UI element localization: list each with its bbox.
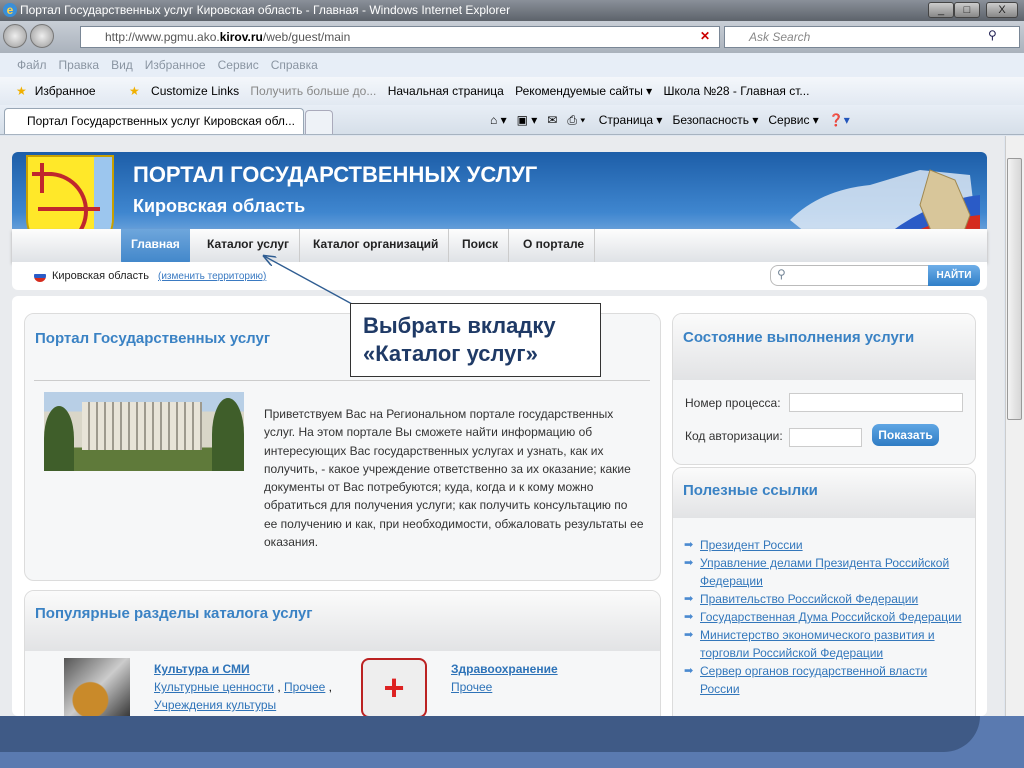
tab-portal[interactable]: Портал Государственных услуг Кировская о… — [4, 108, 304, 134]
useful-links-list: ➡ Президент России ➡ Управление делами Пре… — [684, 536, 969, 698]
menu-edit[interactable]: Правка — [59, 58, 100, 72]
star-icon: ★ — [16, 84, 27, 98]
menu-bar: Файл Правка Вид Избранное Сервис Справка — [0, 53, 1024, 77]
list-item: ➡ Президент России — [684, 536, 969, 554]
menu-help[interactable]: Справка — [271, 58, 318, 72]
arrow-right-icon: ➡ — [684, 557, 694, 569]
category-health: Здравоохранение Прочее — [451, 660, 558, 696]
category-culture: Культура и СМИ Культурные ценности , Про… — [154, 660, 333, 714]
fav-get-more[interactable]: Получить больше до... — [250, 84, 376, 98]
print-icon[interactable]: ⎙ ▾ — [567, 113, 585, 127]
address-bar[interactable]: http://www.pgmu.ako.kirov.ru/web/guest/m… — [80, 26, 720, 48]
russia-flag-icon — [34, 270, 46, 282]
maximize-button[interactable]: □ — [954, 2, 980, 18]
arrow-right-icon: ➡ — [684, 611, 694, 623]
arrow-right-icon: ➡ — [684, 629, 694, 641]
link[interactable]: Министерство экономического развития и т… — [700, 628, 935, 660]
nav-about[interactable]: О портале — [513, 229, 596, 262]
home-icon[interactable]: ⌂ ▾ — [490, 113, 507, 127]
category-title-link[interactable]: Культура и СМИ — [154, 660, 332, 678]
popular-heading: Популярные разделы каталога услуг — [25, 591, 660, 651]
fav-school[interactable]: Школа №28 - Главная ст... — [664, 84, 810, 98]
slide-footer-decoration — [0, 716, 1024, 768]
url-prefix: http://www.pgmu.ako. — [105, 30, 220, 44]
search-button[interactable]: НАЙТИ — [928, 265, 980, 286]
subcategory-link[interactable]: Прочее — [284, 680, 325, 694]
menu-tools[interactable]: Сервис — [218, 58, 259, 72]
window-title-bar: e Портал Государственных услуг Кировская… — [0, 0, 1024, 21]
feeds-icon[interactable]: ▣ ▾ — [517, 113, 538, 127]
stop-icon[interactable]: ✕ — [700, 29, 710, 43]
arrow-right-icon: ➡ — [684, 665, 694, 677]
list-item: ➡ Сервер органов государственной власти Р… — [684, 662, 969, 698]
arrow-right-icon: ➡ — [684, 539, 694, 551]
intro-text: Приветствуем Вас на Региональном портале… — [264, 407, 644, 550]
first-aid-kit-icon: + — [361, 658, 427, 718]
window-title: Портал Государственных услуг Кировская о… — [20, 3, 511, 17]
search-icon: ⚲ — [777, 267, 786, 281]
links-heading: Полезные ссылки — [673, 468, 975, 518]
link[interactable]: Государственная Дума Российской Федераци… — [700, 610, 962, 624]
help-icon[interactable]: ❓▾ — [829, 113, 850, 127]
search-icon[interactable]: ⚲ — [988, 28, 997, 42]
command-bar: ⌂ ▾ ▣ ▾ ✉ ⎙ ▾ Страница ▾ Безопасность ▾ Серви… — [490, 105, 860, 135]
page-menu[interactable]: Страница ▾ — [599, 113, 663, 127]
link[interactable]: Президент России — [700, 538, 803, 552]
fav-customize-links[interactable]: Customize Links — [151, 84, 239, 98]
portal-title: ПОРТАЛ ГОСУДАРСТВЕННЫХ УСЛУГ — [133, 162, 538, 187]
forward-button[interactable] — [30, 24, 54, 48]
list-item: ➡ Управление делами Президента Российской… — [684, 554, 969, 590]
menu-file[interactable]: Файл — [17, 58, 47, 72]
scrollbar-thumb[interactable] — [1007, 158, 1022, 420]
nav-search[interactable]: Поиск — [452, 229, 510, 262]
back-button[interactable] — [3, 24, 27, 48]
auth-code-label: Код авторизации: — [685, 429, 783, 443]
culture-palette-icon — [64, 658, 130, 718]
link[interactable]: Правительство Российской Федерации — [700, 592, 918, 606]
favorites-bar: ★ Избранное ★ Customize Links Получить бо… — [0, 77, 1024, 105]
process-number-input[interactable] — [789, 393, 963, 412]
nav-service-catalog[interactable]: Каталог услуг — [197, 229, 301, 262]
menu-view[interactable]: Вид — [111, 58, 133, 72]
close-button[interactable]: X — [986, 2, 1018, 18]
subcategory-link[interactable]: Прочее — [451, 678, 558, 696]
portal-subtitle: Кировская область — [133, 196, 306, 216]
auth-code-input[interactable] — [789, 428, 862, 447]
instruction-callout: Выбрать вкладку «Каталог услуг» — [350, 303, 601, 377]
search-input[interactable]: Ask Search — [724, 26, 1020, 48]
ie-logo-icon: e — [3, 3, 17, 17]
subcategory-link[interactable]: Культурные ценности — [154, 680, 274, 694]
tools-menu[interactable]: Сервис ▾ — [768, 113, 818, 127]
list-item: ➡ Министерство экономического развития и … — [684, 626, 969, 662]
site-search-input[interactable]: ⚲ — [770, 265, 930, 286]
government-building-photo — [44, 392, 244, 471]
link[interactable]: Сервер органов государственной власти Ро… — [700, 664, 927, 696]
divider — [34, 380, 650, 381]
minimize-button[interactable]: _ — [928, 2, 954, 18]
mail-icon[interactable]: ✉ — [547, 113, 557, 127]
arrow-right-icon: ➡ — [684, 593, 694, 605]
show-button[interactable]: Показать — [872, 424, 939, 446]
favorites-button[interactable]: Избранное — [35, 84, 96, 98]
change-region-link[interactable]: (изменить территорию) — [158, 271, 266, 282]
nav-org-catalog[interactable]: Каталог организаций — [303, 229, 450, 262]
current-region: Кировская область — [52, 270, 149, 282]
nav-home[interactable]: Главная — [121, 229, 190, 265]
safety-menu[interactable]: Безопасность ▾ — [672, 113, 758, 127]
fav-suggested-sites[interactable]: Рекомендуемые сайты ▾ — [515, 84, 652, 98]
list-item: ➡ Государственная Дума Российской Федерац… — [684, 608, 969, 626]
list-item: ➡ Правительство Российской Федерации — [684, 590, 969, 608]
menu-favorites[interactable]: Избранное — [145, 58, 206, 72]
new-tab-button[interactable] — [305, 110, 333, 134]
add-favorite-icon[interactable]: ★ — [129, 84, 140, 98]
url-suffix: /web/guest/main — [262, 30, 351, 44]
url-domain: kirov.ru — [219, 30, 263, 44]
process-number-label: Номер процесса: — [685, 396, 781, 410]
category-title-link[interactable]: Здравоохранение — [451, 660, 558, 678]
status-heading: Состояние выполнения услуги — [673, 314, 975, 380]
fav-home-page[interactable]: Начальная страница — [388, 84, 504, 98]
link[interactable]: Управление делами Президента Российской … — [700, 556, 949, 588]
subcategory-link[interactable]: Учреждения культуры — [154, 696, 332, 714]
